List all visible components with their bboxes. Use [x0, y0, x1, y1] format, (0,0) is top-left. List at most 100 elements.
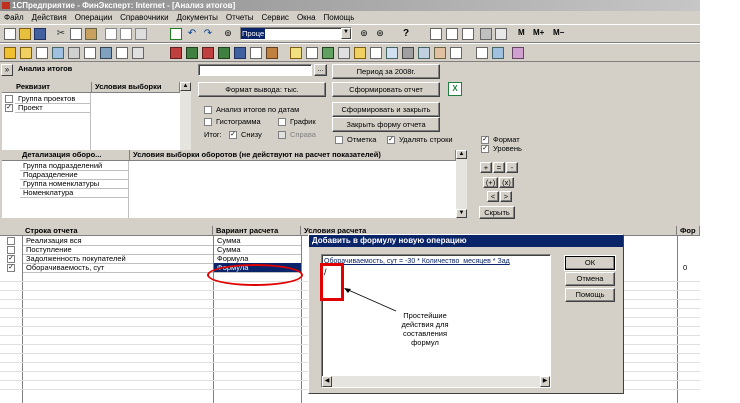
right-check[interactable]: [278, 131, 286, 139]
format-button[interactable]: Формат вывода: тыс.: [198, 82, 326, 97]
details-scrollbar[interactable]: ▲ ▼: [456, 150, 467, 218]
menu-help[interactable]: Помощь: [320, 11, 359, 24]
generate-close-button[interactable]: Сформировать и закрыть: [332, 102, 440, 117]
column-header-turnover-conditions[interactable]: Условия выборки оборотов (не действуют н…: [130, 150, 456, 161]
hide-button[interactable]: Скрыть: [479, 206, 515, 219]
replace-icon[interactable]: ⊛: [374, 28, 386, 40]
journal-icon[interactable]: [116, 47, 128, 59]
chart-icon[interactable]: [52, 47, 64, 59]
cut-icon[interactable]: ✂: [55, 28, 67, 40]
image-icon[interactable]: [492, 47, 504, 59]
mark-check[interactable]: [335, 136, 343, 144]
grid-icon[interactable]: [446, 28, 458, 40]
excel-icon[interactable]: X: [448, 82, 462, 96]
preview-icon[interactable]: [120, 28, 132, 40]
column-header-format[interactable]: Фор: [677, 226, 700, 236]
formula-hscrollbar[interactable]: ◀ ▶: [322, 376, 550, 387]
sheet-icon[interactable]: [250, 47, 262, 59]
find-next-icon[interactable]: ⊚: [358, 28, 370, 40]
contact-icon[interactable]: [512, 47, 524, 59]
column-header-report-row[interactable]: Строка отчета: [0, 226, 213, 236]
op-paren-x-button[interactable]: (x): [499, 177, 514, 188]
calendar2-icon[interactable]: [495, 28, 507, 40]
cube-icon[interactable]: [266, 47, 278, 59]
report-row-label-3[interactable]: Оборачиваемость, сут: [23, 263, 213, 273]
report-check-3[interactable]: ✓: [7, 264, 15, 272]
report-check-2[interactable]: ✓: [7, 255, 15, 263]
paste-icon[interactable]: [85, 28, 97, 40]
ledger-icon[interactable]: [338, 47, 350, 59]
folder-icon[interactable]: [4, 47, 16, 59]
redo-icon[interactable]: ↷: [202, 28, 214, 40]
collapse-icon[interactable]: »: [1, 64, 13, 76]
monitor-icon[interactable]: [418, 47, 430, 59]
menu-documents[interactable]: Документы: [173, 11, 222, 24]
box-icon[interactable]: [234, 47, 246, 59]
tree-icon[interactable]: [170, 47, 182, 59]
period-button[interactable]: Период за 2008г.: [332, 64, 440, 79]
close-form-button[interactable]: Закрыть форму отчета: [332, 117, 440, 132]
cancel-button[interactable]: Отмена: [565, 272, 615, 286]
pencil-icon[interactable]: [354, 47, 366, 59]
requisite-check-0[interactable]: [5, 95, 13, 103]
scroll-down-icon[interactable]: ▼: [456, 209, 467, 218]
menu-references[interactable]: Справочники: [116, 11, 172, 24]
notebook-icon[interactable]: [306, 47, 318, 59]
undo-icon[interactable]: ↶: [186, 28, 198, 40]
settings-icon[interactable]: [132, 47, 144, 59]
tree4-icon[interactable]: [218, 47, 230, 59]
op-paren-plus-button[interactable]: (+): [483, 177, 498, 188]
menu-windows[interactable]: Окна: [293, 11, 320, 24]
op-plus-button[interactable]: +: [480, 162, 492, 173]
table-icon[interactable]: [430, 28, 442, 40]
form-icon[interactable]: [462, 28, 474, 40]
filter-icon[interactable]: [402, 47, 414, 59]
ellipsis-button[interactable]: ...: [314, 64, 327, 76]
page-icon[interactable]: [370, 47, 382, 59]
chevron-down-icon[interactable]: ▼: [341, 28, 351, 39]
detail-row-3[interactable]: Номенклатура: [20, 188, 128, 198]
tree3-icon[interactable]: [202, 47, 214, 59]
report-check-0[interactable]: [7, 237, 15, 245]
save-icon[interactable]: [34, 28, 46, 40]
memory-minus-button[interactable]: M−: [553, 28, 564, 37]
note-icon[interactable]: [290, 47, 302, 59]
column-header-variant[interactable]: Вариант расчета: [213, 226, 301, 236]
arrow-left-button[interactable]: <: [487, 191, 499, 202]
op-minus-button[interactable]: -: [506, 162, 518, 173]
op-equals-button[interactable]: =: [493, 162, 505, 173]
histogram-check[interactable]: [204, 118, 212, 126]
menu-actions[interactable]: Действия: [28, 11, 71, 24]
doc2-icon[interactable]: [450, 47, 462, 59]
generate-report-button[interactable]: Сформировать отчет: [332, 82, 440, 97]
document-icon[interactable]: [36, 47, 48, 59]
menu-file[interactable]: Файл: [0, 11, 28, 24]
memory-button[interactable]: M: [518, 28, 525, 37]
requisite-check-1[interactable]: ✓: [5, 104, 13, 112]
scroll-up-icon[interactable]: ▲: [180, 82, 191, 91]
graph-check[interactable]: [278, 118, 286, 126]
report-icon[interactable]: [68, 47, 80, 59]
menu-reports[interactable]: Отчеты: [222, 11, 258, 24]
calculator-icon[interactable]: [480, 28, 492, 40]
menu-operations[interactable]: Операции: [71, 11, 116, 24]
requisite-row-1[interactable]: Проект: [15, 103, 91, 113]
archive-icon[interactable]: [434, 47, 446, 59]
format-check[interactable]: ✓: [481, 136, 489, 144]
scroll-left-icon[interactable]: ◀: [322, 376, 332, 387]
help-button[interactable]: Помощь: [565, 288, 615, 302]
ok-button[interactable]: ОК: [564, 255, 616, 271]
column-header-conditions[interactable]: Условия выборки: [92, 82, 180, 93]
calendar-icon[interactable]: [170, 28, 182, 40]
arrow-right-button[interactable]: >: [500, 191, 512, 202]
list-icon[interactable]: [84, 47, 96, 59]
find-icon[interactable]: [135, 28, 147, 40]
report-row-format-3[interactable]: 0: [680, 263, 698, 272]
search-combo[interactable]: Проце ▼: [240, 27, 352, 40]
book-open-icon[interactable]: [476, 47, 488, 59]
copy-icon[interactable]: [70, 28, 82, 40]
tree2-icon[interactable]: [186, 47, 198, 59]
new-icon[interactable]: [4, 28, 16, 40]
book-icon[interactable]: [322, 47, 334, 59]
open-icon[interactable]: [19, 28, 31, 40]
